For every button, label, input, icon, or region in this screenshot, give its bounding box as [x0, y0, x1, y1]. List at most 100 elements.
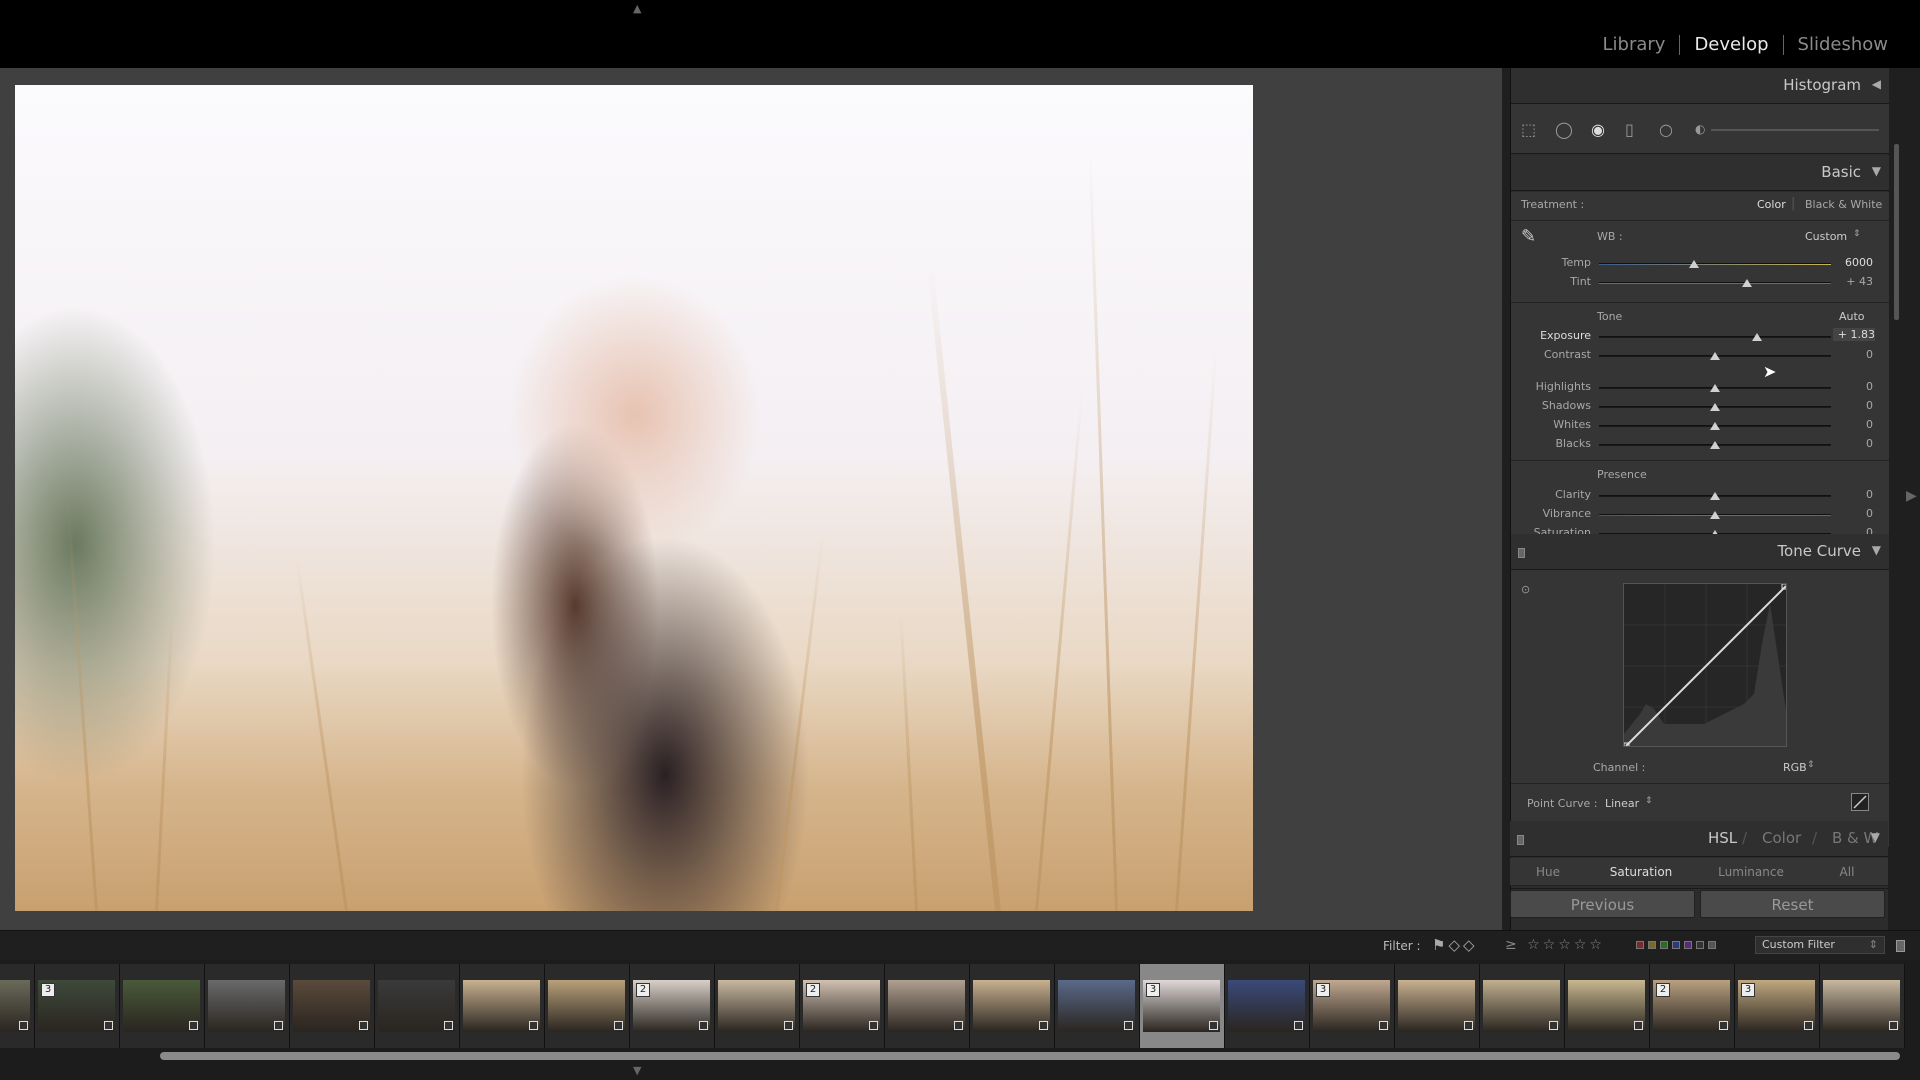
tone-curve-header[interactable]: Tone Curve ▼ — [1511, 534, 1889, 570]
reset-button[interactable]: Reset — [1700, 890, 1885, 918]
vibrance-value[interactable]: 0 — [1833, 507, 1873, 520]
hsl-title[interactable]: HSL — [1708, 829, 1737, 847]
module-slideshow[interactable]: Slideshow — [1784, 34, 1902, 55]
collapse-top-panel-icon[interactable]: ▲ — [633, 2, 641, 15]
exposure-value[interactable]: + 1.83 — [1833, 328, 1875, 341]
panel-scrollbar[interactable] — [1894, 144, 1899, 320]
filmstrip-thumbnail[interactable] — [1225, 964, 1310, 1048]
target-adjust-icon[interactable]: ⊙ — [1521, 583, 1530, 596]
filmstrip-thumbnail[interactable] — [715, 964, 800, 1048]
filmstrip-thumbnail[interactable] — [545, 964, 630, 1048]
contrast-value[interactable]: 0 — [1833, 348, 1873, 361]
filmstrip-scrollbar[interactable] — [160, 1052, 1900, 1060]
shadows-value[interactable]: 0 — [1833, 399, 1873, 412]
filmstrip-lock-icon[interactable] — [1896, 940, 1905, 952]
radial-filter-icon[interactable]: ○ — [1659, 120, 1673, 139]
tab-all[interactable]: All — [1806, 858, 1888, 886]
filmstrip-thumbnail[interactable] — [205, 964, 290, 1048]
filmstrip-thumbnail[interactable] — [1565, 964, 1650, 1048]
red-eye-icon[interactable]: ◉ — [1591, 120, 1605, 139]
color-title[interactable]: Color — [1762, 829, 1801, 847]
wb-eyedropper-icon[interactable]: ✎ — [1521, 226, 1536, 247]
channel-select[interactable]: RGB — [1783, 761, 1807, 774]
treatment-bw-option[interactable]: Black & White — [1805, 198, 1882, 211]
filmstrip-thumbnail[interactable] — [970, 964, 1055, 1048]
filmstrip-thumbnail[interactable] — [460, 964, 545, 1048]
color-label-blue[interactable] — [1672, 941, 1680, 949]
color-label-filter[interactable] — [1636, 941, 1716, 949]
tab-saturation[interactable]: Saturation — [1586, 858, 1696, 886]
collapse-left-icon[interactable]: ◀ — [1872, 77, 1881, 91]
collapse-down-icon[interactable]: ▼ — [1872, 164, 1881, 178]
exposure-slider-track[interactable] — [1599, 336, 1831, 338]
filmstrip-thumbnail[interactable]: 3 — [1735, 964, 1820, 1048]
adjustment-brush-icon[interactable]: ◐ — [1695, 122, 1705, 136]
star-rating-filter[interactable]: ≥ ☆☆☆☆☆ — [1505, 937, 1605, 953]
filmstrip-thumbnail[interactable] — [120, 964, 205, 1048]
blacks-slider-thumb[interactable] — [1710, 441, 1720, 449]
filmstrip-thumbnail[interactable]: 3 — [1310, 964, 1395, 1048]
wb-value-select[interactable]: Custom — [1805, 230, 1847, 243]
panel-toggle-switch[interactable] — [1518, 548, 1525, 558]
spot-removal-icon[interactable]: ◯ — [1555, 120, 1573, 139]
filmstrip-thumbnail[interactable] — [375, 964, 460, 1048]
filmstrip-thumbnail[interactable]: 2 — [1650, 964, 1735, 1048]
whites-slider-thumb[interactable] — [1710, 422, 1720, 430]
highlights-slider-thumb[interactable] — [1710, 384, 1720, 392]
panel-toggle-switch[interactable] — [1517, 835, 1524, 845]
blacks-value[interactable]: 0 — [1833, 437, 1873, 450]
basic-header[interactable]: Basic ▼ — [1511, 155, 1889, 191]
color-label-other[interactable] — [1708, 941, 1716, 949]
module-develop[interactable]: Develop — [1680, 34, 1782, 55]
filmstrip-thumbnail[interactable] — [1820, 964, 1905, 1048]
point-curve-select[interactable]: Linear — [1605, 797, 1639, 810]
temp-slider-track[interactable] — [1599, 263, 1831, 265]
temp-value[interactable]: 6000 — [1833, 256, 1873, 269]
whites-value[interactable]: 0 — [1833, 418, 1873, 431]
color-label-purple[interactable] — [1684, 941, 1692, 949]
color-label-none[interactable] — [1696, 941, 1704, 949]
contrast-slider-thumb[interactable] — [1710, 352, 1720, 360]
brush-slider-track[interactable] — [1711, 129, 1879, 131]
color-label-yellow[interactable] — [1648, 941, 1656, 949]
filmstrip-thumbnail[interactable] — [290, 964, 375, 1048]
histogram-header[interactable]: Histogram ◀ — [1511, 68, 1889, 104]
collapse-bottom-panel-icon[interactable]: ▼ — [633, 1064, 641, 1077]
tint-value[interactable]: + 43 — [1833, 275, 1873, 288]
filter-preset-select[interactable]: Custom Filter ⇕ — [1755, 936, 1885, 954]
filmstrip-thumbnail[interactable] — [1395, 964, 1480, 1048]
tone-curve-graph[interactable] — [1623, 583, 1787, 747]
clarity-slider-thumb[interactable] — [1710, 492, 1720, 500]
highlights-value[interactable]: 0 — [1833, 380, 1873, 393]
filmstrip-thumbnail[interactable]: 2 — [630, 964, 715, 1048]
filmstrip-thumbnail[interactable] — [0, 964, 35, 1048]
module-library[interactable]: Library — [1588, 34, 1679, 55]
graduated-filter-icon[interactable]: ▯ — [1625, 120, 1634, 139]
filmstrip-thumbnail[interactable] — [1480, 964, 1565, 1048]
treatment-color-option[interactable]: Color — [1757, 198, 1786, 211]
hsl-header[interactable]: HSL / Color / B & W ▼ — [1510, 821, 1888, 857]
filmstrip-thumbnail[interactable]: 3 — [1140, 964, 1225, 1048]
tone-auto-button[interactable]: Auto — [1839, 310, 1865, 323]
clarity-value[interactable]: 0 — [1833, 488, 1873, 501]
edit-point-curve-button[interactable] — [1851, 793, 1869, 811]
previous-button[interactable]: Previous — [1510, 890, 1695, 918]
filmstrip-thumbnail[interactable] — [885, 964, 970, 1048]
tint-slider-thumb[interactable] — [1742, 279, 1753, 287]
tab-luminance[interactable]: Luminance — [1696, 858, 1806, 886]
temp-slider-thumb[interactable] — [1689, 260, 1700, 268]
color-label-green[interactable] — [1660, 941, 1668, 949]
photo-preview[interactable] — [15, 85, 1253, 911]
collapse-right-panel-icon[interactable]: ▶ — [1906, 488, 1917, 504]
tab-hue[interactable]: Hue — [1510, 858, 1586, 886]
filmstrip-thumbnail[interactable] — [1055, 964, 1140, 1048]
flag-filter-icons[interactable]: ⚑◇◇ — [1432, 936, 1478, 954]
exposure-slider-thumb[interactable] — [1751, 333, 1762, 341]
filmstrip-thumbnail[interactable]: 2 — [800, 964, 885, 1048]
filmstrip-thumbnail[interactable]: 3 — [35, 964, 120, 1048]
collapse-down-icon[interactable]: ▼ — [1871, 830, 1880, 844]
tint-slider-track[interactable] — [1599, 282, 1831, 284]
crop-overlay-icon[interactable]: ⬚ — [1521, 120, 1536, 139]
color-label-red[interactable] — [1636, 941, 1644, 949]
shadows-slider-thumb[interactable] — [1710, 403, 1720, 411]
